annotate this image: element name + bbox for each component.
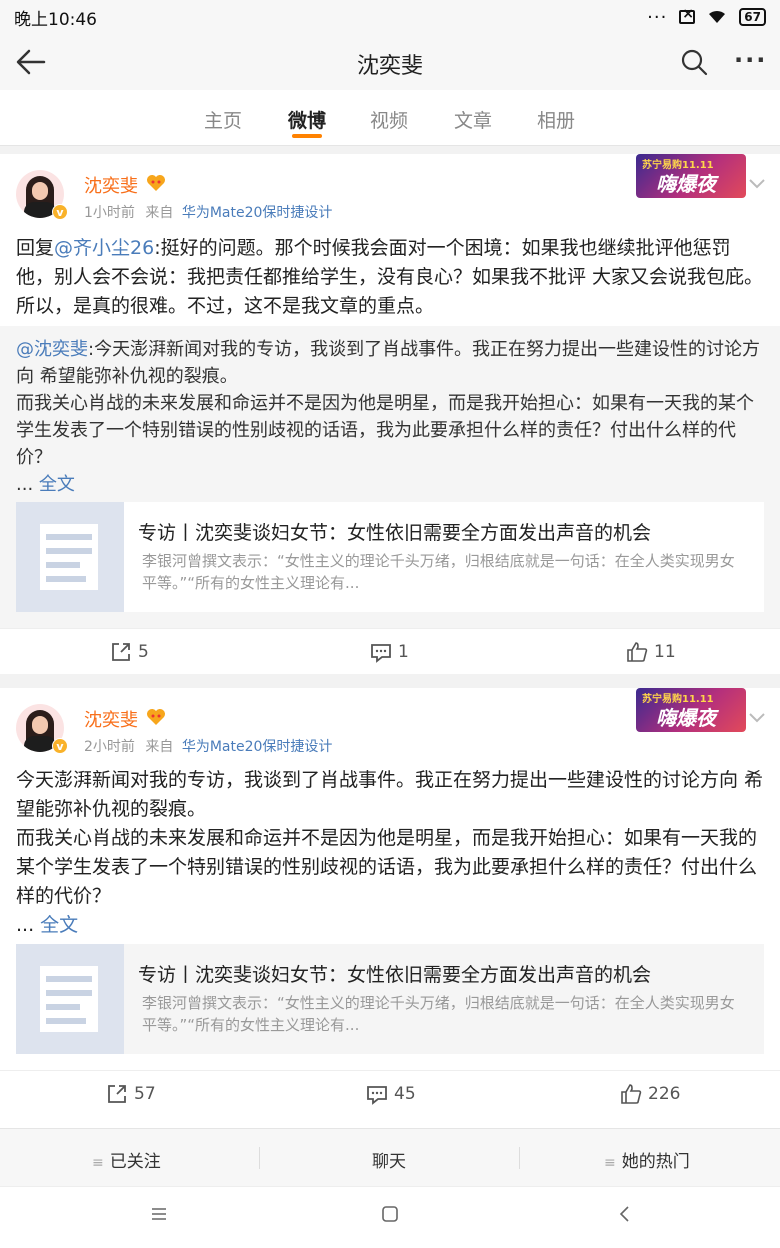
signal-dots-icon: ··· [647,6,668,28]
tab-video[interactable]: 视频 [370,106,408,133]
home-square-icon[interactable] [381,1205,399,1223]
nav-back-icon[interactable] [616,1205,634,1223]
divider [259,1147,260,1169]
menu-lines-icon: ≡ [92,1155,104,1171]
article-thumbnail [16,502,124,612]
chat-label: 聊天 [372,1152,406,1172]
article-card[interactable]: 专访丨沈奕斐谈妇女节：女性依旧需要全方面发出声音的机会 李银河曾撰文表示：“女性… [16,944,764,1054]
post-actions: 57 45 226 [0,1070,780,1118]
post-card[interactable]: v 沈奕斐 1小时前 来自 华为Mate20保时捷设计 苏宁易购11.11 嗨爆… [0,154,780,326]
comment-count: 45 [394,1084,416,1104]
hot-posts-button[interactable]: ≡ 她的热门 [604,1147,690,1172]
like-count: 226 [648,1084,681,1104]
tab-home[interactable]: 主页 [204,106,242,133]
chevron-down-icon[interactable] [748,712,766,724]
wifi-icon [709,10,726,23]
more-icon[interactable]: ··· [734,46,767,74]
like-count: 11 [654,642,676,662]
status-icons: ··· 67 [647,6,766,28]
username[interactable]: 沈奕斐 [84,172,138,198]
post-meta: 2小时前 来自 华为Mate20保时捷设计 [84,736,332,756]
sim-icon [679,6,696,24]
post-time: 2小时前 [84,739,135,755]
post-text: 今天澎湃新闻对我的专访，我谈到了肖战事件。我正在努力提出一些建设性的讨论方向 希… [16,766,766,940]
article-card[interactable]: 专访丨沈奕斐谈妇女节：女性依旧需要全方面发出声音的机会 李银河曾撰文表示：“女性… [16,502,764,612]
like-button[interactable]: 226 [620,1083,680,1105]
post-source[interactable]: 华为Mate20保时捷设计 [182,739,333,755]
reply-prefix: 回复 [16,237,55,259]
like-icon [627,642,648,662]
post-source[interactable]: 华为Mate20保时捷设计 [182,205,333,221]
article-title: 专访丨沈奕斐谈妇女节：女性依旧需要全方面发出声音的机会 [138,522,652,544]
tab-weibo[interactable]: 微博 [288,106,326,133]
search-icon[interactable] [680,48,708,76]
repost-button[interactable]: 5 [110,641,149,663]
system-nav-bar [0,1186,780,1248]
post-time: 1小时前 [84,205,135,221]
tab-album[interactable]: 相册 [537,106,575,133]
comment-button[interactable]: 1 [370,641,409,663]
article-desc: 李银河曾撰文表示：“女性主义的理论千头万绪，归根结底就是一句话：在全人类实现男女… [142,994,735,1034]
retweet-text: @沈奕斐:今天澎湃新闻对我的专访，我谈到了肖战事件。我正在努力提出一些建设性的讨… [16,336,766,498]
retweet-block[interactable]: @沈奕斐:今天澎湃新闻对我的专访，我谈到了肖战事件。我正在努力提出一些建设性的讨… [0,326,780,628]
retweet-body: :今天澎湃新闻对我的专访，我谈到了肖战事件。我正在努力提出一些建设性的讨论方向 … [16,339,761,468]
article-title: 专访丨沈奕斐谈妇女节：女性依旧需要全方面发出声音的机会 [138,964,652,986]
title-bar: 沈奕斐 ··· [0,34,780,90]
repost-button[interactable]: 57 [106,1083,156,1105]
banner-title: 嗨爆夜 [656,706,716,730]
full-text-link[interactable]: 全文 [40,914,78,936]
post-text: 回复@齐小尘26:挺好的问题。那个时候我会面对一个困境：如果我也继续批评他惩罚他… [16,234,766,321]
post-card[interactable]: v 沈奕斐 2小时前 来自 华为Mate20保时捷设计 苏宁易购11.11 嗨爆… [0,688,780,1128]
active-tab-indicator [292,134,322,138]
tab-articles[interactable]: 文章 [454,106,492,133]
profile-bottom-bar: ≡ 已关注 聊天 ≡ 她的热门 [0,1128,780,1186]
post-meta: 1小时前 来自 华为Mate20保时捷设计 [84,202,332,222]
banner-title: 嗨爆夜 [656,172,716,196]
post-body: 今天澎湃新闻对我的专访，我谈到了肖战事件。我正在努力提出一些建设性的讨论方向 希… [16,769,764,907]
repost-icon [108,1085,126,1103]
repost-count: 5 [138,642,149,662]
divider [519,1147,520,1169]
repost-icon [112,643,130,661]
follow-button[interactable]: ≡ 已关注 [92,1147,161,1172]
source-label: 来自 [145,205,174,221]
menu-lines-icon: ≡ [604,1155,616,1171]
mention-link[interactable]: @齐小尘26 [54,237,154,259]
follow-label: 已关注 [109,1152,161,1172]
status-time: 晚上10:46 [14,9,97,30]
battery-icon: 67 [739,8,766,26]
ellipsis: ... [16,914,35,936]
promo-banner[interactable]: 苏宁易购11.11 嗨爆夜 [636,688,746,732]
status-bar: 晚上10:46 ··· 67 [0,0,780,34]
repost-count: 57 [134,1084,156,1104]
profile-tabs: 主页 微博 视频 文章 相册 [0,90,780,146]
like-button[interactable]: 11 [626,641,676,663]
comment-icon [371,644,391,663]
chat-button[interactable]: 聊天 [372,1147,406,1172]
article-thumbnail [16,944,124,1054]
username[interactable]: 沈奕斐 [84,706,138,732]
page-title: 沈奕斐 [356,54,423,79]
comment-icon [367,1086,387,1105]
article-desc: 李银河曾撰文表示：“女性主义的理论千头万绪，归根结底就是一句话：在全人类实现男女… [142,552,735,592]
ellipsis: ... [16,474,34,495]
source-label: 来自 [145,739,174,755]
comment-button[interactable]: 45 [366,1083,416,1105]
verified-icon: v [52,204,68,220]
promo-banner[interactable]: 苏宁易购11.11 嗨爆夜 [636,154,746,198]
heart-icon [147,709,165,725]
comment-count: 1 [398,642,409,662]
hot-label: 她的热门 [621,1152,690,1172]
full-text-link[interactable]: 全文 [39,474,75,495]
heart-icon [147,175,165,191]
like-icon [621,1084,642,1104]
mention-link[interactable]: @沈奕斐 [16,339,88,360]
verified-icon: v [52,738,68,754]
post-actions: 5 1 11 [0,628,780,674]
chevron-down-icon[interactable] [748,178,766,190]
menu-icon[interactable] [150,1205,168,1223]
